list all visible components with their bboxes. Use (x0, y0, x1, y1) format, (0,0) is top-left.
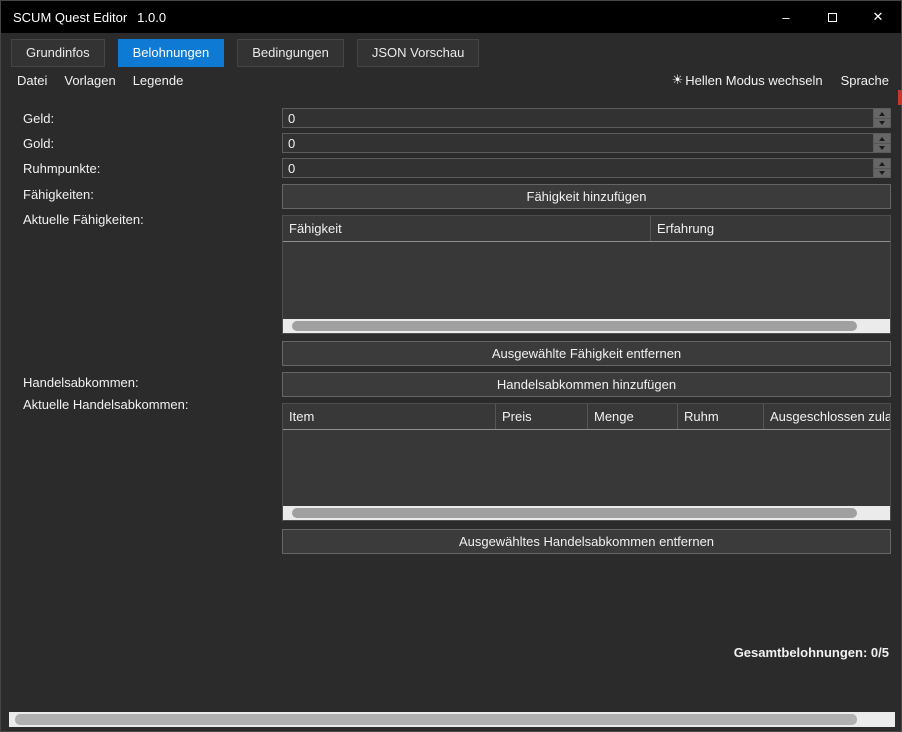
geld-label: Geld: (23, 111, 54, 126)
tab-grundinfos[interactable]: Grundinfos (11, 39, 105, 67)
column-header-item[interactable]: Item (283, 404, 496, 429)
column-header-ruhm[interactable]: Ruhm (678, 404, 764, 429)
window-version: 1.0.0 (137, 10, 166, 25)
column-header-erfahrung[interactable]: Erfahrung (651, 216, 890, 241)
close-button[interactable]: ✕ (855, 1, 901, 33)
gold-spinbox[interactable]: 0 (282, 133, 891, 153)
column-header-menge[interactable]: Menge (588, 404, 678, 429)
trades-table-hscrollbar[interactable] (283, 506, 890, 520)
maximize-icon (828, 13, 837, 22)
remove-trade-button[interactable]: Ausgewähltes Handelsabkommen entfernen (282, 529, 891, 554)
aktuelle-faehigkeiten-label: Aktuelle Fähigkeiten: (23, 212, 144, 227)
column-header-faehigkeit[interactable]: Fähigkeit (283, 216, 651, 241)
tab-bedingungen[interactable]: Bedingungen (237, 39, 344, 67)
minimize-icon: – (782, 10, 789, 25)
close-icon: ✕ (873, 9, 884, 25)
tab-belohnungen[interactable]: Belohnungen (118, 39, 225, 67)
handelsabkommen-label: Handelsabkommen: (23, 375, 139, 390)
aktuelle-handelsabkommen-label: Aktuelle Handelsabkommen: (23, 397, 188, 412)
spin-up-icon[interactable] (874, 109, 890, 118)
skills-table-hscrollbar[interactable] (283, 319, 890, 333)
gold-value: 0 (288, 135, 295, 152)
column-header-preis[interactable]: Preis (496, 404, 588, 429)
ruhmpunkte-value: 0 (288, 160, 295, 177)
faehigkeiten-label: Fähigkeiten: (23, 187, 94, 202)
menu-bar: Datei Vorlagen Legende ☀ Hellen Modus we… (1, 71, 901, 89)
column-header-ausgeschlossen[interactable]: Ausgeschlossen zulass (764, 404, 890, 429)
gold-spin-buttons (873, 134, 890, 152)
menu-sprache[interactable]: Sprache (841, 73, 889, 88)
menu-legende[interactable]: Legende (133, 73, 184, 88)
spin-down-icon[interactable] (874, 168, 890, 176)
tab-bar: Grundinfos Belohnungen Bedingungen JSON … (11, 39, 479, 67)
menu-datei[interactable]: Datei (17, 73, 47, 88)
remove-skill-button[interactable]: Ausgewählte Fähigkeit entfernen (282, 341, 891, 366)
gold-label: Gold: (23, 136, 54, 151)
window-controls: – ✕ (763, 1, 901, 33)
add-skill-button[interactable]: Fähigkeit hinzufügen (282, 184, 891, 209)
menu-right-group: ☀ Hellen Modus wechseln Sprache (672, 72, 889, 88)
add-trade-button[interactable]: Handelsabkommen hinzufügen (282, 372, 891, 397)
spin-up-icon[interactable] (874, 159, 890, 168)
menu-vorlagen[interactable]: Vorlagen (64, 73, 115, 88)
title-bar: SCUM Quest Editor 1.0.0 – ✕ (1, 1, 901, 33)
maximize-button[interactable] (809, 1, 855, 33)
sun-icon: ☀ (672, 72, 684, 88)
window-hscrollbar-thumb[interactable] (15, 714, 857, 725)
total-rewards-label: Gesamtbelohnungen: 0/5 (734, 645, 889, 660)
language-flag-sliver[interactable] (898, 90, 902, 105)
trades-table-hscrollbar-thumb[interactable] (292, 508, 857, 518)
geld-value: 0 (288, 110, 295, 127)
spin-down-icon[interactable] (874, 118, 890, 126)
tab-json-vorschau[interactable]: JSON Vorschau (357, 39, 480, 67)
skills-table-header: Fähigkeit Erfahrung (283, 216, 890, 242)
window-hscrollbar[interactable] (9, 712, 895, 727)
skills-table: Fähigkeit Erfahrung (282, 215, 891, 334)
skills-table-hscrollbar-thumb[interactable] (292, 321, 857, 331)
app-window: SCUM Quest Editor 1.0.0 – ✕ Grundinfos B… (0, 0, 902, 732)
skills-table-body[interactable] (283, 242, 890, 319)
geld-spin-buttons (873, 109, 890, 127)
trades-table-body[interactable] (283, 430, 890, 506)
window-title: SCUM Quest Editor (13, 10, 127, 25)
ruhmpunkte-label: Ruhmpunkte: (23, 161, 100, 176)
minimize-button[interactable]: – (763, 1, 809, 33)
ruhmpunkte-spinbox[interactable]: 0 (282, 158, 891, 178)
theme-toggle-button[interactable]: ☀ Hellen Modus wechseln (672, 72, 823, 88)
spin-up-icon[interactable] (874, 134, 890, 143)
geld-spinbox[interactable]: 0 (282, 108, 891, 128)
ruhmpunkte-spin-buttons (873, 159, 890, 177)
theme-toggle-label: Hellen Modus wechseln (685, 73, 822, 88)
spin-down-icon[interactable] (874, 143, 890, 151)
trades-table: Item Preis Menge Ruhm Ausgeschlossen zul… (282, 403, 891, 521)
trades-table-header: Item Preis Menge Ruhm Ausgeschlossen zul… (283, 404, 890, 430)
